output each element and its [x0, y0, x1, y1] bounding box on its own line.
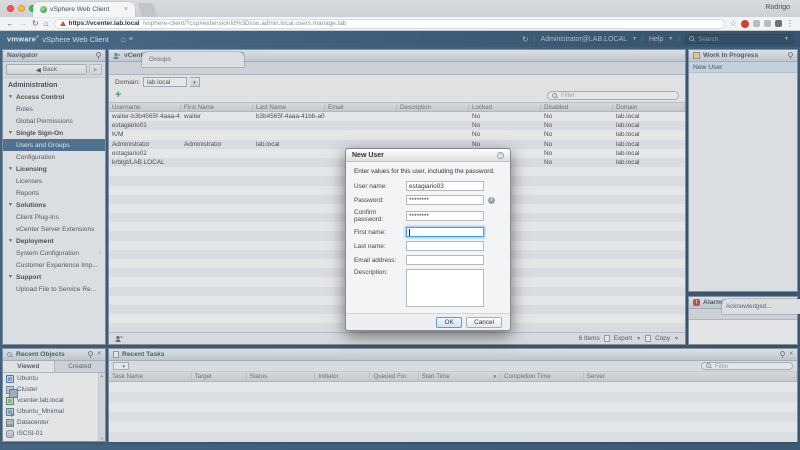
dialog-field-row: First name: — [346, 225, 510, 239]
tab-title: vSphere Web Client — [50, 6, 109, 13]
dialog-title-bar[interactable]: New User ? — [346, 149, 510, 162]
extension-icon[interactable] — [775, 20, 782, 27]
dialog-field-row: User name:estagiario03 — [346, 179, 510, 193]
confirm-password-field[interactable]: ******** — [406, 211, 484, 221]
bookmark-star-icon[interactable]: ☆ — [730, 19, 737, 28]
address-bar[interactable]: https://vcenter.lab.local/vsphere-client… — [54, 19, 725, 29]
window-close-button[interactable] — [7, 5, 14, 12]
ok-button[interactable]: OK — [436, 317, 462, 328]
field-label: Confirm password: — [354, 209, 406, 223]
field-label: Email address: — [354, 257, 406, 264]
browser-menu-icon[interactable]: ⋮ — [786, 19, 794, 28]
dialog-field-row: Last name: — [346, 239, 510, 253]
tab-favicon-icon — [40, 6, 47, 13]
cancel-button[interactable]: Cancel — [466, 317, 502, 328]
dialog-footer: OK Cancel — [346, 313, 510, 330]
field-label: Description: — [354, 269, 406, 276]
text-caret — [409, 229, 410, 236]
browser-home-icon[interactable]: ⌂ — [44, 20, 49, 28]
browser-extensions: ☆ ⋮ — [730, 19, 794, 28]
password-field[interactable]: ******** — [406, 195, 484, 205]
window-minimize-button[interactable] — [18, 5, 25, 12]
new-user-dialog: New User ? Enter values for this user, i… — [345, 148, 511, 331]
new-tab-button[interactable] — [138, 3, 158, 17]
dialog-field-row: Description: — [346, 267, 510, 309]
dialog-field-row: Confirm password:******** — [346, 207, 510, 225]
url-host: https://vcenter.lab.local — [69, 20, 140, 27]
extension-icon[interactable] — [764, 20, 771, 27]
browser-tab-bar: vSphere Web Client × Rodrigo — [0, 0, 800, 17]
field-label: User name: — [354, 183, 406, 190]
window-controls — [7, 5, 36, 12]
email-address-field[interactable] — [406, 255, 484, 265]
field-label: Last name: — [354, 243, 406, 250]
last-name-field[interactable] — [406, 241, 484, 251]
tab-close-icon[interactable]: × — [124, 6, 128, 13]
dialog-field-row: Email address: — [346, 253, 510, 267]
browser-chrome: vSphere Web Client × Rodrigo ← → ↻ ⌂ htt… — [0, 0, 800, 31]
browser-profile-name: Rodrigo — [765, 4, 790, 11]
first-name-field[interactable] — [406, 227, 484, 237]
browser-tab[interactable]: vSphere Web Client × — [33, 2, 135, 17]
browser-url-bar: ← → ↻ ⌂ https://vcenter.lab.local/vspher… — [0, 17, 800, 31]
extension-icon[interactable] — [753, 20, 760, 27]
dialog-instruction: Enter values for this user, including th… — [346, 162, 510, 179]
dialog-help-icon[interactable]: ? — [497, 152, 504, 159]
user-name-field[interactable]: estagiario03 — [406, 181, 484, 191]
browser-back-icon[interactable]: ← — [6, 20, 14, 28]
ssl-warning-icon[interactable] — [60, 21, 66, 26]
browser-reload-icon[interactable]: ↻ — [32, 20, 39, 28]
dialog-field-row: Password:******** i — [346, 193, 510, 207]
extension-icon[interactable] — [741, 20, 749, 28]
dialog-fields: User name:estagiario03Password:********i… — [346, 179, 510, 309]
field-label: Password: — [354, 197, 406, 204]
description-field[interactable] — [406, 269, 484, 307]
dialog-title: New User — [352, 152, 384, 159]
browser-forward-icon[interactable]: → — [19, 20, 27, 28]
field-label: First name: — [354, 229, 406, 236]
info-icon: i — [488, 197, 495, 204]
url-path: /vsphere-client/?csp#extensionId%3Dsso.a… — [143, 20, 347, 27]
